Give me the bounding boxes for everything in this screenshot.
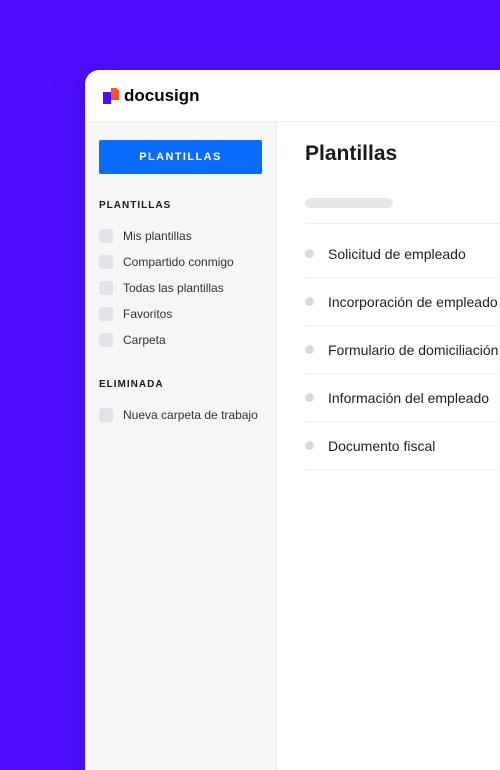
document-row[interactable]: Solicitud de empleado [305,230,500,278]
sidebar: PLANTILLAS PLANTILLAS Mis plantillas Com… [85,122,277,770]
sidebar-item-favorites[interactable]: Favoritos [99,301,262,327]
sidebar-item-all[interactable]: Todas las plantillas [99,275,262,301]
sidebar-item-label: Todas las plantillas [123,281,224,295]
sidebar-item-folder[interactable]: Carpeta [99,327,262,353]
document-row[interactable]: Documento fiscal [305,422,500,470]
app-window: docusign Inicio Gestionar PLANTILLAS PLA… [85,70,500,770]
page-title: Plantillas [305,142,500,166]
document-name: Formulario de domiciliación [328,342,498,358]
document-row[interactable]: Incorporación de empleado [305,278,500,326]
new-template-button[interactable]: PLANTILLAS [99,140,262,174]
app-body: PLANTILLAS PLANTILLAS Mis plantillas Com… [85,122,500,770]
filter-placeholder-icon [305,198,393,208]
sidebar-item-label: Mis plantillas [123,229,192,243]
filter-bar [305,192,500,224]
sidebar-item-my-templates[interactable]: Mis plantillas [99,223,262,249]
status-dot-icon [305,249,314,258]
document-row[interactable]: Formulario de domiciliación [305,326,500,374]
folder-icon [99,255,113,269]
sidebar-item-label: Nueva carpeta de trabajo [123,408,258,422]
sidebar-section-templates-title: PLANTILLAS [99,200,262,211]
folder-icon [99,281,113,295]
document-list: Solicitud de empleado Incorporación de e… [305,230,500,470]
status-dot-icon [305,345,314,354]
status-dot-icon [305,297,314,306]
sidebar-item-label: Carpeta [123,333,166,347]
main-content: Plantillas Solicitud de empleado Incorpo… [277,122,500,770]
logo-icon [103,88,119,104]
sidebar-item-new-folder[interactable]: Nueva carpeta de trabajo [99,402,262,428]
folder-icon [99,229,113,243]
sidebar-list-deleted: Nueva carpeta de trabajo [99,402,262,428]
folder-icon [99,333,113,347]
document-name: Incorporación de empleado [328,294,498,310]
sidebar-section-deleted-title: ELIMINADA [99,379,262,390]
brand-logo[interactable]: docusign [103,86,200,106]
status-dot-icon [305,393,314,402]
document-name: Información del empleado [328,390,489,406]
folder-icon [99,408,113,422]
folder-icon [99,307,113,321]
sidebar-item-label: Favoritos [123,307,172,321]
document-name: Documento fiscal [328,438,435,454]
sidebar-item-label: Compartido conmigo [123,255,234,269]
sidebar-item-shared[interactable]: Compartido conmigo [99,249,262,275]
header: docusign Inicio Gestionar [85,70,500,122]
brand-name: docusign [124,86,200,106]
document-row[interactable]: Información del empleado [305,374,500,422]
document-name: Solicitud de empleado [328,246,466,262]
sidebar-list-templates: Mis plantillas Compartido conmigo Todas … [99,223,262,353]
status-dot-icon [305,441,314,450]
